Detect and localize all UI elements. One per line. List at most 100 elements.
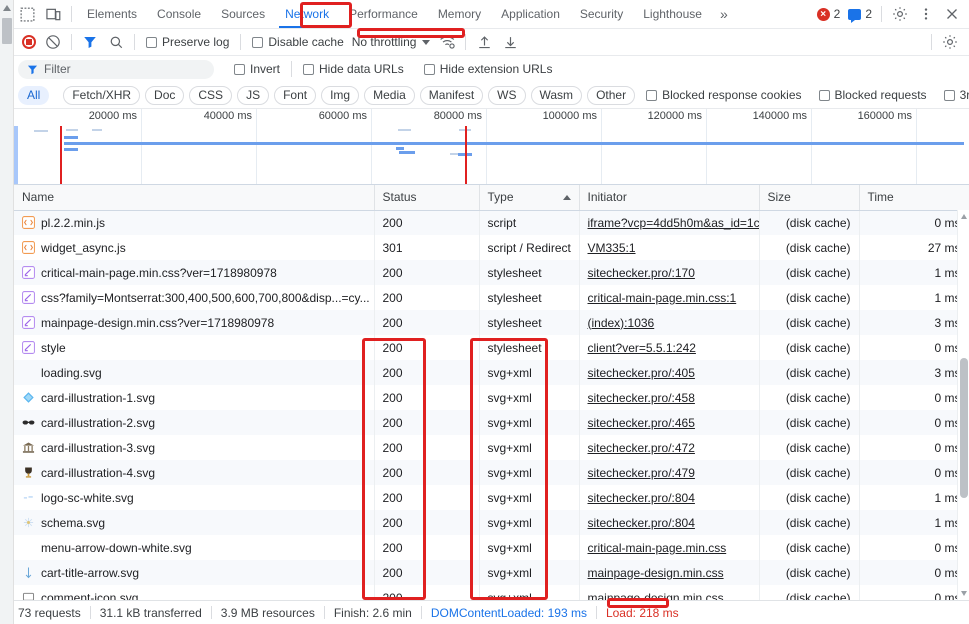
request-name-cell[interactable]: card-illustration-2.svg <box>14 410 375 435</box>
request-initiator-cell[interactable]: sitechecker.pro/:458 <box>579 385 760 410</box>
request-initiator-cell[interactable]: sitechecker.pro/:804 <box>579 485 760 510</box>
filter-input[interactable]: Filter <box>18 59 214 79</box>
request-initiator-cell[interactable]: VM335:1 <box>579 235 760 260</box>
request-name-cell[interactable]: style <box>14 335 375 360</box>
table-row[interactable]: widget_async.js 301 script / Redirect VM335… <box>14 235 969 260</box>
request-initiator-cell-label[interactable]: sitechecker.pro/:170 <box>588 266 695 280</box>
tab-memory[interactable]: Memory <box>428 0 491 28</box>
request-initiator-cell[interactable]: critical-main-page.min.css:1 <box>579 285 760 310</box>
rail-scroll-thumb[interactable] <box>2 18 12 44</box>
error-count-badge[interactable]: × 2 <box>813 7 845 21</box>
table-row[interactable]: cart-title-arrow.svg 200 svg+xml mainpage-d… <box>14 560 969 585</box>
request-initiator-cell[interactable]: critical-main-page.min.css <box>579 535 760 560</box>
request-initiator-cell-label[interactable]: mainpage-design.min.css <box>588 566 724 580</box>
chip-manifest[interactable]: Manifest <box>419 85 484 105</box>
chip-ws[interactable]: WS <box>488 85 526 105</box>
gear-icon[interactable] <box>887 1 913 27</box>
warning-count-badge[interactable]: 2 <box>844 7 876 23</box>
chip-media[interactable]: Media <box>364 85 415 105</box>
table-row[interactable]: comment-icon.svg 200 svg+xml mainpage-desig… <box>14 585 969 600</box>
table-row[interactable]: card-illustration-2.svg 200 svg+xml siteche… <box>14 410 969 435</box>
request-initiator-cell-label[interactable]: sitechecker.pro/:804 <box>588 516 695 530</box>
export-har-icon[interactable] <box>497 29 523 55</box>
request-initiator-cell[interactable]: sitechecker.pro/:479 <box>579 460 760 485</box>
request-name-cell[interactable]: comment-icon.svg <box>14 585 375 600</box>
blocked-requests-checkbox[interactable]: Blocked requests <box>813 88 933 102</box>
chip-font[interactable]: Font <box>274 85 317 105</box>
table-row[interactable]: schema.svg 200 svg+xml sitechecker.pro/:804… <box>14 510 969 535</box>
search-icon[interactable] <box>103 29 129 55</box>
chip-fetch-xhr[interactable]: Fetch/XHR <box>63 85 141 105</box>
chip-wasm[interactable]: Wasm <box>530 85 583 105</box>
request-name-cell[interactable]: pl.2.2.min.js <box>14 210 375 235</box>
request-initiator-cell-label[interactable]: critical-main-page.min.css:1 <box>588 291 737 305</box>
request-initiator-cell-label[interactable]: sitechecker.pro/:465 <box>588 416 695 430</box>
tab-network[interactable]: Network <box>275 0 339 28</box>
request-initiator-cell-label[interactable]: sitechecker.pro/:472 <box>588 441 695 455</box>
request-name-cell[interactable]: card-illustration-1.svg <box>14 385 375 410</box>
table-row[interactable]: css?family=Montserrat:300,400,500,600,70… <box>14 285 969 310</box>
disable-cache-checkbox[interactable]: Disable cache <box>246 35 349 49</box>
invert-checkbox[interactable]: Invert <box>228 62 286 76</box>
request-initiator-cell-label[interactable]: sitechecker.pro/:479 <box>588 466 695 480</box>
request-name-cell[interactable]: card-illustration-3.svg <box>14 435 375 460</box>
request-initiator-cell[interactable]: mainpage-design.min.css <box>579 560 760 585</box>
table-row[interactable]: style 200 stylesheet client?ver=5.5.1:242 (d… <box>14 335 969 360</box>
request-initiator-cell[interactable]: sitechecker.pro/:405 <box>579 360 760 385</box>
request-initiator-cell[interactable]: (index):1036 <box>579 310 760 335</box>
request-name-cell[interactable]: menu-arrow-down-white.svg <box>14 535 375 560</box>
tab-sources[interactable]: Sources <box>211 0 275 28</box>
filter-icon[interactable] <box>77 29 103 55</box>
request-initiator-cell-label[interactable]: sitechecker.pro/:804 <box>588 491 695 505</box>
chip-css[interactable]: CSS <box>189 85 233 105</box>
table-row[interactable]: menu-arrow-down-white.svg 200 svg+xml criti… <box>14 535 969 560</box>
table-row[interactable]: critical-main-page.min.css?ver=171898097… <box>14 260 969 285</box>
import-har-icon[interactable] <box>471 29 497 55</box>
hide-data-urls-checkbox[interactable]: Hide data URLs <box>297 62 410 76</box>
tab-security[interactable]: Security <box>570 0 633 28</box>
preserve-log-checkbox[interactable]: Preserve log <box>140 35 235 49</box>
table-row[interactable]: loading.svg 200 svg+xml sitechecker.pro/:40… <box>14 360 969 385</box>
request-initiator-cell[interactable]: client?ver=5.5.1:242 <box>579 335 760 360</box>
table-row[interactable]: card-illustration-1.svg 200 svg+xml siteche… <box>14 385 969 410</box>
request-name-cell[interactable]: logo-sc-white.svg <box>14 485 375 510</box>
request-initiator-cell[interactable]: iframe?vcp=4dd5h0m&as_id=1c <box>579 210 760 235</box>
third-party-requests-checkbox[interactable]: 3rd-party requests <box>938 88 969 102</box>
scroll-up-arrow-icon[interactable] <box>3 5 11 11</box>
inspect-element-icon[interactable] <box>14 1 40 27</box>
request-initiator-cell-label[interactable]: iframe?vcp=4dd5h0m&as_id=1c <box>588 216 759 230</box>
column-header-name[interactable]: Name <box>14 185 375 211</box>
hide-extension-urls-checkbox[interactable]: Hide extension URLs <box>418 62 559 76</box>
throttling-dropdown[interactable]: No throttling <box>350 35 435 49</box>
request-initiator-cell-label[interactable]: critical-main-page.min.css <box>588 541 727 555</box>
request-initiator-cell[interactable]: sitechecker.pro/:804 <box>579 510 760 535</box>
request-name-cell[interactable]: widget_async.js <box>14 235 375 260</box>
request-name-cell[interactable]: loading.svg <box>14 360 375 385</box>
more-tabs-chevron-icon[interactable]: » <box>712 0 736 28</box>
request-initiator-cell-label[interactable]: mainpage-design.min.css <box>588 591 724 601</box>
request-initiator-cell-label[interactable]: (index):1036 <box>588 316 655 330</box>
tab-performance[interactable]: Performance <box>339 0 428 28</box>
network-settings-gear-icon[interactable] <box>937 29 963 55</box>
scrollbar-down-arrow-icon[interactable] <box>961 591 967 596</box>
request-initiator-cell-label[interactable]: VM335:1 <box>588 241 636 255</box>
tab-lighthouse[interactable]: Lighthouse <box>633 0 712 28</box>
request-initiator-cell-label[interactable]: sitechecker.pro/:458 <box>588 391 695 405</box>
network-conditions-icon[interactable] <box>434 29 460 55</box>
tab-console[interactable]: Console <box>147 0 211 28</box>
request-initiator-cell[interactable]: sitechecker.pro/:170 <box>579 260 760 285</box>
chip-img[interactable]: Img <box>321 85 360 105</box>
tab-application[interactable]: Application <box>491 0 570 28</box>
table-vertical-scrollbar[interactable] <box>957 210 969 600</box>
scrollbar-up-arrow-icon[interactable] <box>961 214 967 219</box>
table-row[interactable]: card-illustration-4.svg 200 svg+xml siteche… <box>14 460 969 485</box>
request-initiator-cell-label[interactable]: client?ver=5.5.1:242 <box>588 341 696 355</box>
request-initiator-cell[interactable]: mainpage-design.min.css <box>579 585 760 601</box>
column-header-size[interactable]: Size <box>759 185 860 211</box>
chip-doc[interactable]: Doc <box>145 85 185 105</box>
blocked-response-cookies-checkbox[interactable]: Blocked response cookies <box>640 88 807 102</box>
column-header-type[interactable]: Type <box>479 185 580 211</box>
request-initiator-cell[interactable]: sitechecker.pro/:465 <box>579 410 760 435</box>
table-row[interactable]: logo-sc-white.svg 200 svg+xml sitechecker.p… <box>14 485 969 510</box>
device-toolbar-icon[interactable] <box>40 1 66 27</box>
